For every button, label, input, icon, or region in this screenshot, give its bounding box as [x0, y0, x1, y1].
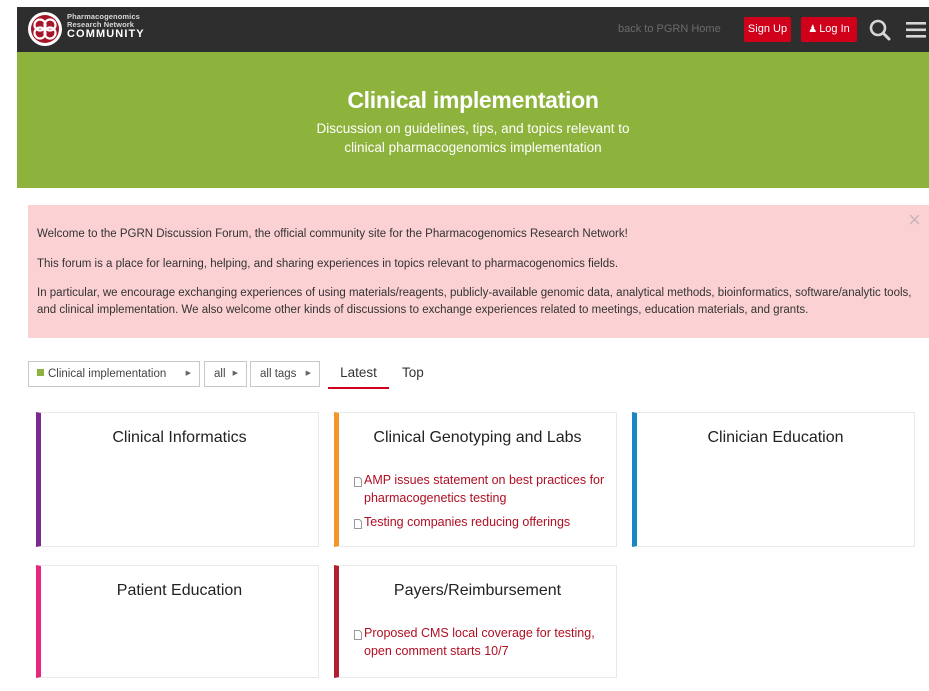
sign-up-button[interactable]: Sign Up [744, 17, 791, 42]
welcome-paragraph-1: Welcome to the PGRN Discussion Forum, th… [37, 228, 628, 240]
close-icon[interactable]: × [908, 209, 921, 231]
welcome-paragraph-2: This forum is a place for learning, help… [37, 258, 619, 270]
welcome-notice: Welcome to the PGRN Discussion Forum, th… [28, 205, 929, 338]
tags-dropdown[interactable]: all tags ▶ [250, 361, 320, 387]
document-icon [354, 474, 362, 492]
topic-link[interactable]: AMP issues statement on best practices f… [354, 471, 609, 507]
category-description: Discussion on guidelines, tips, and topi… [316, 121, 630, 155]
menu-icon[interactable] [903, 17, 929, 43]
subcategory-dropdown[interactable]: all ▶ [204, 361, 247, 387]
category-card-title[interactable]: Payers/Reimbursement [339, 582, 616, 600]
category-card-clinical-informatics[interactable]: Clinical Informatics [36, 412, 319, 547]
category-card-patient-education[interactable]: Patient Education [36, 565, 319, 678]
back-to-home-link[interactable]: back to PGRN Home [618, 23, 721, 35]
caret-right-icon: ▶ [305, 370, 311, 377]
category-card-title[interactable]: Clinical Informatics [41, 429, 318, 447]
page-title: Clinical implementation [347, 87, 599, 113]
topic-link[interactable]: Proposed CMS local coverage for testing,… [354, 624, 609, 660]
topic-link[interactable]: Testing companies reducing offerings [354, 513, 609, 531]
logo-text[interactable]: Pharmacogenomics Research Network COMMUN… [67, 13, 145, 40]
topic-title: Proposed CMS local coverage for testing,… [364, 626, 595, 658]
logo-line-2: Research Network [67, 19, 135, 29]
log-in-label: Log In [819, 23, 850, 35]
category-card-clinical-genotyping[interactable]: Clinical Genotyping and Labs AMP issues … [334, 412, 617, 547]
tab-latest[interactable]: Latest [328, 365, 389, 389]
topic-title: AMP issues statement on best practices f… [364, 473, 605, 505]
logo-line-3: COMMUNITY [67, 28, 145, 40]
category-card-title[interactable]: Clinical Genotyping and Labs [339, 429, 616, 447]
log-in-button[interactable]: ♟ Log In [801, 17, 857, 42]
category-dropdown-label: Clinical implementation [48, 368, 167, 380]
document-icon [354, 627, 362, 645]
logo-icon[interactable] [27, 11, 63, 47]
search-icon[interactable] [867, 17, 893, 43]
topic-title: Testing companies reducing offerings [364, 515, 571, 529]
tags-dropdown-label: all tags [260, 368, 297, 380]
caret-right-icon: ▶ [185, 370, 191, 377]
document-icon [354, 516, 362, 534]
subcategory-dropdown-label: all [214, 368, 226, 380]
category-banner: Clinical implementation Discussion on gu… [17, 52, 929, 188]
category-dropdown[interactable]: Clinical implementation ▶ [28, 361, 200, 387]
caret-right-icon: ▶ [232, 370, 238, 377]
top-header: Pharmacogenomics Research Network COMMUN… [17, 7, 929, 52]
user-icon: ♟ [808, 24, 818, 35]
category-card-payers-reimbursement[interactable]: Payers/Reimbursement Proposed CMS local … [334, 565, 617, 678]
category-card-title[interactable]: Clinician Education [637, 429, 914, 447]
tab-top[interactable]: Top [402, 365, 424, 387]
category-card-clinician-education[interactable]: Clinician Education [632, 412, 915, 547]
category-color-icon [37, 369, 44, 376]
category-card-title[interactable]: Patient Education [41, 582, 318, 600]
welcome-paragraph-3: In particular, we encourage exchanging e… [37, 287, 912, 316]
